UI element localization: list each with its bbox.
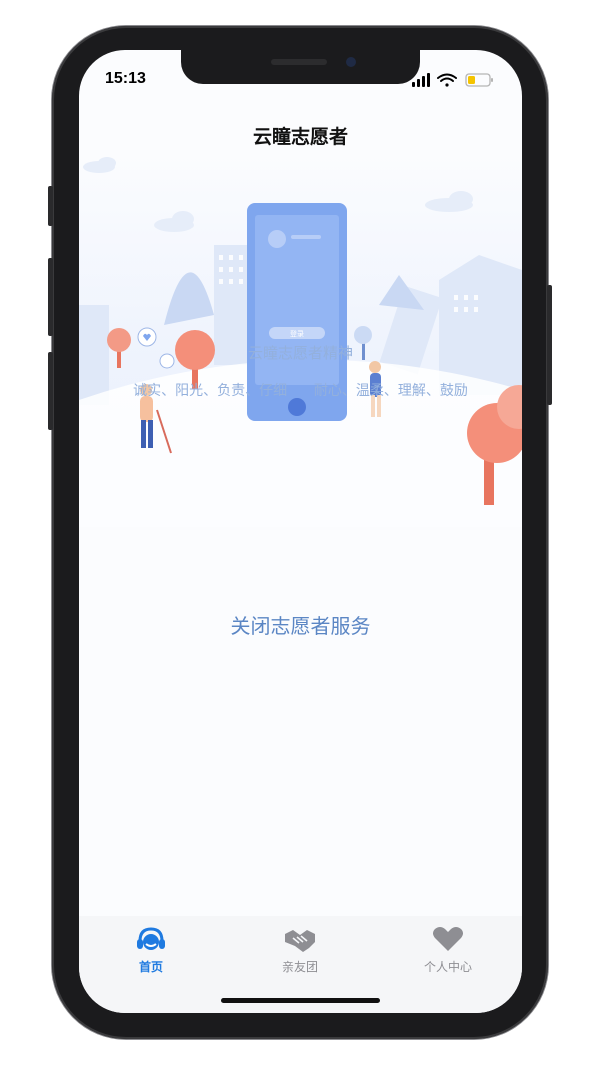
tab-home[interactable]: 首页: [96, 924, 206, 975]
silent-switch: [48, 186, 53, 226]
headset-icon: [137, 927, 165, 950]
close-volunteer-service-button[interactable]: 关闭志愿者服务: [79, 610, 522, 639]
volume-down-button: [48, 352, 53, 430]
volume-up-button: [48, 258, 53, 336]
page-title: 云瞳志愿者: [252, 126, 348, 148]
signal-icon: [412, 73, 430, 87]
status-time: 15:13: [105, 70, 146, 87]
tab-friends-group-label: 亲友团: [281, 960, 318, 974]
hero-banner: 登录: [79, 155, 522, 527]
notch: [181, 50, 420, 84]
status-icons: [412, 72, 504, 88]
wifi-icon: [437, 73, 457, 87]
speaker: [271, 59, 327, 65]
volunteer-illustration: 登录: [79, 157, 522, 527]
front-camera: [346, 57, 356, 67]
tab-friends-group[interactable]: 亲友团: [245, 924, 355, 975]
battery-icon: [465, 73, 493, 87]
app-screen: 15:13 云瞳志愿者 登录 云瞳志愿者精神 诚实、阳光、负责、仔细 耐心、温柔…: [79, 50, 522, 1013]
home-indicator[interactable]: [221, 998, 380, 1003]
values-left: 诚实、阳光、负责、仔细: [133, 383, 288, 399]
tab-home-label: 首页: [138, 960, 163, 974]
tab-personal-center-label: 个人中心: [423, 960, 472, 974]
tab-personal-center[interactable]: 个人中心: [393, 924, 503, 975]
power-button: [547, 285, 552, 405]
volunteer-values: 诚实、阳光、负责、仔细 耐心、温柔、理解、鼓励: [79, 380, 522, 400]
heart-icon: [433, 927, 463, 951]
phone-login-label: 登录: [290, 329, 304, 338]
handshake-icon: [285, 930, 315, 952]
values-right: 耐心、温柔、理解、鼓励: [313, 383, 468, 399]
volunteer-spirit-title: 云瞳志愿者精神: [247, 344, 353, 362]
